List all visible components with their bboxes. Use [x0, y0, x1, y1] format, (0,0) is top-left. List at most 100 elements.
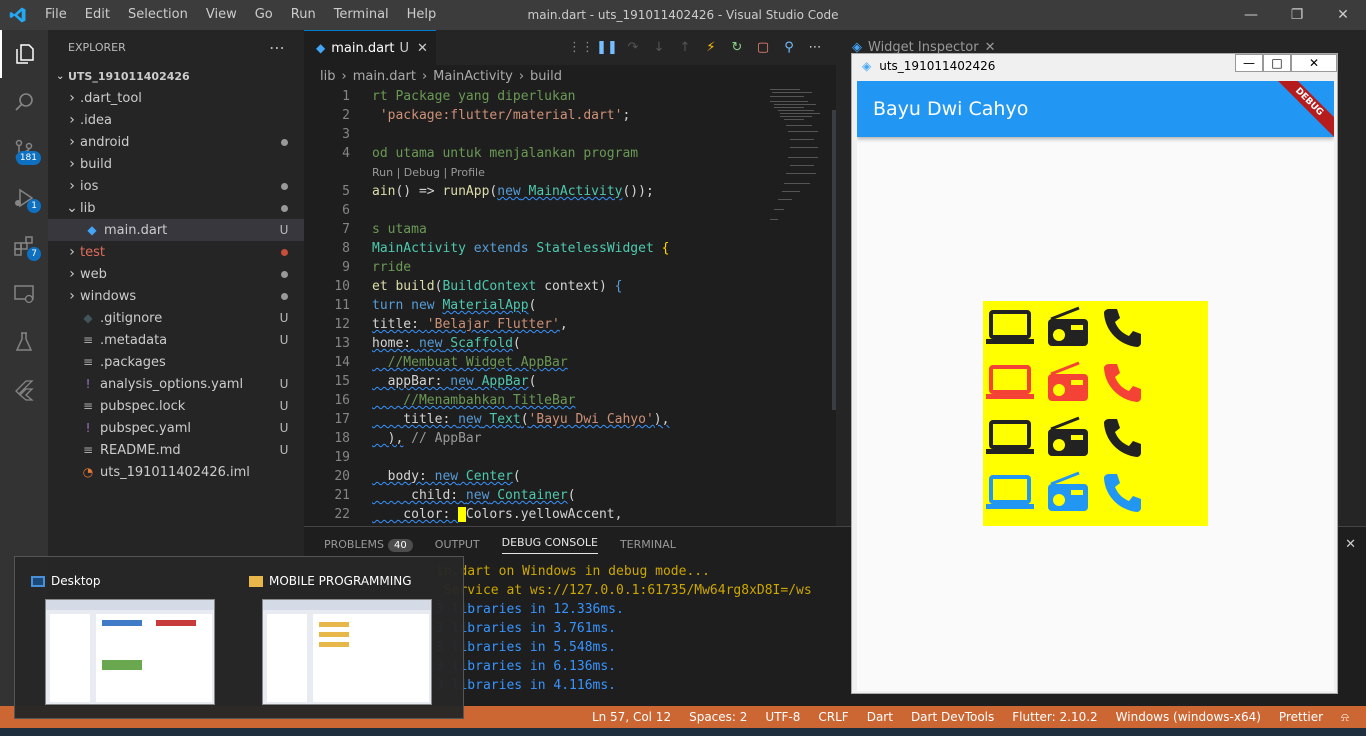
- chevron-right-icon: ›: [69, 288, 75, 304]
- menu-item-file[interactable]: File: [36, 0, 76, 30]
- chevron-right-icon: ›: [69, 134, 75, 150]
- tree-item[interactable]: ≡ pubspec.lock U: [48, 395, 304, 417]
- breadcrumb-item[interactable]: main.dart: [353, 69, 416, 84]
- tree-item-label: web: [80, 266, 107, 282]
- tree-item[interactable]: ◆ .gitignore U: [48, 307, 304, 329]
- file-icon: ≡: [82, 333, 94, 347]
- tree-item[interactable]: ≡ .packages: [48, 351, 304, 373]
- flutter-activity[interactable]: [0, 366, 48, 414]
- icon-row: [983, 301, 1208, 356]
- testing-activity[interactable]: [0, 318, 48, 366]
- tree-item[interactable]: ◆ main.dart U: [48, 219, 304, 241]
- step-into-icon[interactable]: ↓: [646, 40, 672, 55]
- menu-item-edit[interactable]: Edit: [76, 0, 119, 30]
- tab-close-icon[interactable]: ✕: [417, 41, 428, 56]
- status-item[interactable]: Windows (windows-x64): [1107, 710, 1270, 724]
- tree-item[interactable]: › .dart_tool: [48, 87, 304, 109]
- stop-icon[interactable]: ▢: [750, 40, 776, 55]
- menu-item-view[interactable]: View: [197, 0, 246, 30]
- breadcrumb-item[interactable]: MainActivity: [433, 69, 513, 84]
- status-item[interactable]: Flutter: 2.10.2: [1003, 710, 1106, 724]
- more-actions-icon[interactable]: ⋯: [269, 38, 286, 57]
- menu-item-help[interactable]: Help: [398, 0, 446, 30]
- extensions-activity[interactable]: 7: [0, 222, 48, 270]
- line-number: 19: [334, 450, 350, 465]
- menu-item-selection[interactable]: Selection: [119, 0, 197, 30]
- minimize-button[interactable]: —: [1228, 0, 1274, 30]
- tree-item[interactable]: › .idea: [48, 109, 304, 131]
- flutter-app-canvas: Bayu Dwi Cahyo DEBUG: [857, 81, 1334, 691]
- tree-item-label: uts_191011402426.iml: [100, 464, 250, 480]
- code-line: 22 color: Colors.yellowAccent,: [304, 505, 836, 524]
- tree-item[interactable]: ⌄ lib: [48, 197, 304, 219]
- breadcrumb-item[interactable]: build: [530, 69, 562, 84]
- remote-explorer-activity[interactable]: [0, 270, 48, 318]
- workspace-root[interactable]: ⌄ UTS_191011402426: [48, 65, 304, 87]
- tree-item[interactable]: ◔ uts_191011402426.iml: [48, 461, 304, 483]
- drag-handle-icon[interactable]: ⋮⋮: [568, 40, 594, 55]
- tree-item[interactable]: › build: [48, 153, 304, 175]
- flutter-app-window: ◈ uts_191011402426 — □ ✕ Bayu Dwi Cahyo …: [851, 53, 1338, 694]
- codelens[interactable]: Run | Debug | Profile: [304, 163, 836, 182]
- more-icon[interactable]: ⋯: [802, 40, 828, 55]
- code-text: home: new Scaffold(: [372, 336, 521, 351]
- menu-item-terminal[interactable]: Terminal: [325, 0, 398, 30]
- tab-output[interactable]: OUTPUT: [435, 538, 480, 551]
- app-maximize-button[interactable]: □: [1263, 54, 1291, 72]
- tree-item-label: analysis_options.yaml: [100, 376, 244, 392]
- tree-item-label: README.md: [100, 442, 181, 458]
- breadcrumb-item[interactable]: lib: [320, 69, 335, 84]
- tree-item[interactable]: ! analysis_options.yaml U: [48, 373, 304, 395]
- search-activity[interactable]: [0, 78, 48, 126]
- tab-main-dart[interactable]: ◆ main.dart U ✕: [304, 30, 436, 65]
- tree-item[interactable]: › test: [48, 241, 304, 263]
- tab-problems[interactable]: PROBLEMS 40: [324, 538, 413, 552]
- step-out-icon[interactable]: ↑: [672, 40, 698, 55]
- panel-close-icon[interactable]: ✕: [1345, 537, 1356, 552]
- status-item[interactable]: Ln 57, Col 12: [583, 710, 680, 724]
- app-minimize-button[interactable]: —: [1235, 54, 1263, 72]
- phone-icon: [1101, 305, 1151, 353]
- code-line: 21 child: new Container(: [304, 486, 836, 505]
- tree-item-label: test: [80, 244, 105, 260]
- menu-item-run[interactable]: Run: [282, 0, 325, 30]
- pause-icon[interactable]: ❚❚: [594, 40, 620, 55]
- status-item[interactable]: CRLF: [809, 710, 857, 724]
- tree-item[interactable]: ≡ README.md U: [48, 439, 304, 461]
- modified-dot: [278, 179, 290, 193]
- tab-terminal[interactable]: TERMINAL: [620, 538, 676, 551]
- thumbnail-desktop[interactable]: Desktop: [31, 557, 215, 705]
- status-item[interactable]: Dart: [858, 710, 902, 724]
- status-item[interactable]: Spaces: 2: [680, 710, 756, 724]
- tree-item[interactable]: ! pubspec.yaml U: [48, 417, 304, 439]
- minimap[interactable]: [770, 87, 830, 237]
- explorer-activity[interactable]: [0, 30, 48, 78]
- thumbnail-mobile-programming[interactable]: MOBILE PROGRAMMING: [249, 557, 432, 705]
- status-item[interactable]: Prettier: [1270, 710, 1332, 724]
- source-control-activity[interactable]: 181: [0, 126, 48, 174]
- chevron-right-icon: ›: [69, 156, 75, 172]
- menu-item-go[interactable]: Go: [246, 0, 282, 30]
- tree-item[interactable]: › ios: [48, 175, 304, 197]
- tree-item[interactable]: › web: [48, 263, 304, 285]
- maximize-button[interactable]: ❐: [1274, 0, 1320, 30]
- tree-item[interactable]: ≡ .metadata U: [48, 329, 304, 351]
- step-over-icon[interactable]: ↷: [620, 40, 646, 55]
- tree-item[interactable]: › android: [48, 131, 304, 153]
- notifications-bell-icon[interactable]: ⍾: [1332, 710, 1358, 725]
- tree-item[interactable]: › windows: [48, 285, 304, 307]
- tab-debug-console[interactable]: DEBUG CONSOLE: [501, 536, 598, 554]
- hot-reload-icon[interactable]: ⚡: [698, 40, 724, 55]
- run-debug-activity[interactable]: 1: [0, 174, 48, 222]
- line-number: 10: [334, 279, 350, 294]
- open-devtools-icon[interactable]: ⚲: [776, 40, 802, 55]
- restart-icon[interactable]: ↻: [724, 40, 750, 55]
- status-item[interactable]: Dart DevTools: [902, 710, 1003, 724]
- close-button[interactable]: ✕: [1320, 0, 1366, 30]
- app-close-button[interactable]: ✕: [1291, 54, 1337, 72]
- code-area[interactable]: 1 rt Package yang diperlukan 2 'package:fl…: [304, 87, 836, 524]
- code-line: 7 s utama: [304, 220, 836, 239]
- status-item[interactable]: UTF-8: [756, 710, 809, 724]
